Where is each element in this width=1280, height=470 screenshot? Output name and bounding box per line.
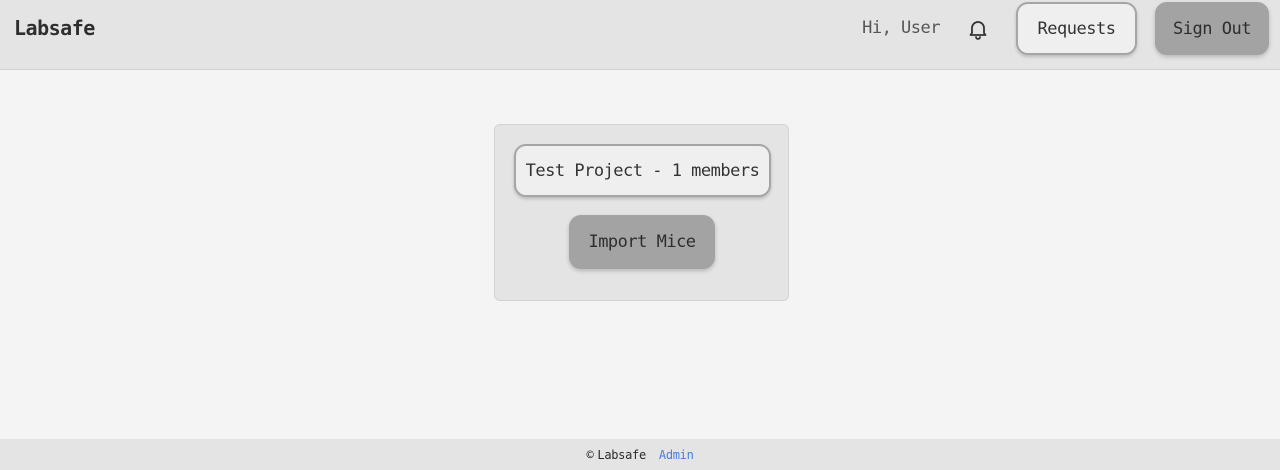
top-nav-bar: Labsafe Hi, User Requests Sign Out bbox=[0, 0, 1280, 70]
import-mice-button[interactable]: Import Mice bbox=[569, 215, 715, 269]
app-brand[interactable]: Labsafe bbox=[14, 16, 95, 40]
copyright-icon: © bbox=[586, 447, 594, 462]
requests-button[interactable]: Requests bbox=[1016, 2, 1137, 55]
bell-icon[interactable] bbox=[966, 17, 990, 41]
sign-out-button[interactable]: Sign Out bbox=[1155, 2, 1269, 55]
project-card: Test Project - 1 members Import Mice bbox=[494, 124, 789, 301]
footer-brand: Labsafe bbox=[597, 447, 646, 462]
footer: © Labsafe Admin bbox=[0, 439, 1280, 470]
project-button[interactable]: Test Project - 1 members bbox=[514, 144, 771, 197]
admin-link[interactable]: Admin bbox=[659, 448, 694, 462]
user-greeting: Hi, User bbox=[862, 18, 940, 38]
